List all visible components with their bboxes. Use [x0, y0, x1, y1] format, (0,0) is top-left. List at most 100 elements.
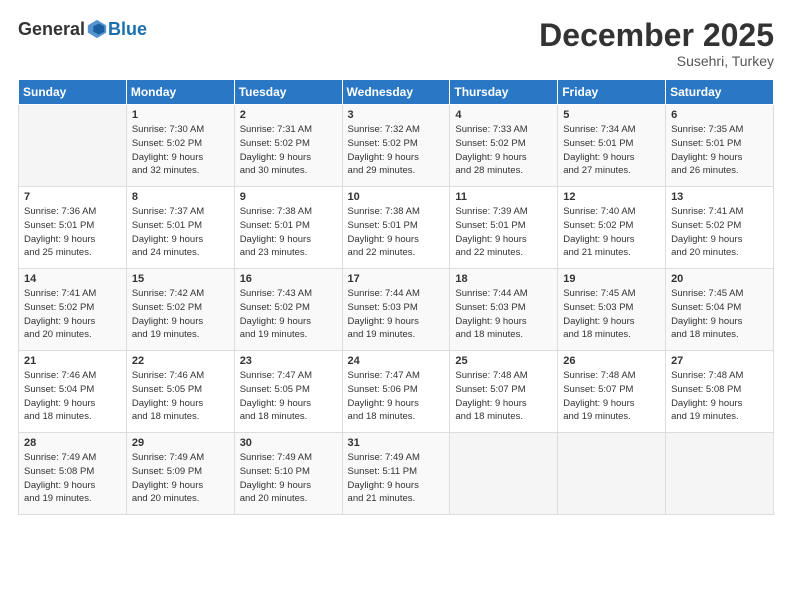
day-info: Sunrise: 7:30 AMSunset: 5:02 PMDaylight:…: [132, 123, 229, 178]
calendar-header-row: Sunday Monday Tuesday Wednesday Thursday…: [19, 80, 774, 105]
table-row: 6 Sunrise: 7:35 AMSunset: 5:01 PMDaylight…: [666, 105, 774, 187]
table-row: [558, 433, 666, 515]
day-info: Sunrise: 7:47 AMSunset: 5:05 PMDaylight:…: [240, 369, 337, 424]
day-number: 15: [132, 273, 229, 285]
day-info: Sunrise: 7:49 AMSunset: 5:09 PMDaylight:…: [132, 451, 229, 506]
table-row: 31Sunrise: 7:49 AMSunset: 5:11 PMDayligh…: [342, 433, 450, 515]
col-monday: Monday: [126, 80, 234, 105]
day-number: 6: [671, 109, 768, 121]
day-number: 8: [132, 191, 229, 203]
col-saturday: Saturday: [666, 80, 774, 105]
day-info: Sunrise: 7:44 AMSunset: 5:03 PMDaylight:…: [455, 287, 552, 342]
month-title: December 2025: [539, 18, 774, 53]
table-row: 14 Sunrise: 7:41 AMSunset: 5:02 PMDayligh…: [19, 269, 127, 351]
day-number: 24: [348, 355, 445, 367]
table-row: 26Sunrise: 7:48 AMSunset: 5:07 PMDayligh…: [558, 351, 666, 433]
calendar-week-row: 1 Sunrise: 7:30 AMSunset: 5:02 PMDaylight…: [19, 105, 774, 187]
day-info: Sunrise: 7:41 AMSunset: 5:02 PMDaylight:…: [671, 205, 768, 260]
table-row: 3 Sunrise: 7:32 AMSunset: 5:02 PMDaylight…: [342, 105, 450, 187]
table-row: 2 Sunrise: 7:31 AMSunset: 5:02 PMDaylight…: [234, 105, 342, 187]
day-number: 5: [563, 109, 660, 121]
day-info: Sunrise: 7:37 AMSunset: 5:01 PMDaylight:…: [132, 205, 229, 260]
day-number: 7: [24, 191, 121, 203]
table-row: 16Sunrise: 7:43 AMSunset: 5:02 PMDayligh…: [234, 269, 342, 351]
day-number: 1: [132, 109, 229, 121]
day-info: Sunrise: 7:42 AMSunset: 5:02 PMDaylight:…: [132, 287, 229, 342]
day-info: Sunrise: 7:48 AMSunset: 5:07 PMDaylight:…: [455, 369, 552, 424]
day-info: Sunrise: 7:47 AMSunset: 5:06 PMDaylight:…: [348, 369, 445, 424]
table-row: 22 Sunrise: 7:46 AMSunset: 5:05 PMDayligh…: [126, 351, 234, 433]
day-number: 12: [563, 191, 660, 203]
table-row: 25 Sunrise: 7:48 AMSunset: 5:07 PMDayligh…: [450, 351, 558, 433]
col-tuesday: Tuesday: [234, 80, 342, 105]
day-info: Sunrise: 7:35 AMSunset: 5:01 PMDaylight:…: [671, 123, 768, 178]
table-row: 18 Sunrise: 7:44 AMSunset: 5:03 PMDayligh…: [450, 269, 558, 351]
day-info: Sunrise: 7:31 AMSunset: 5:02 PMDaylight:…: [240, 123, 337, 178]
title-block: December 2025 Susehri, Turkey: [539, 18, 774, 69]
day-info: Sunrise: 7:36 AMSunset: 5:01 PMDaylight:…: [24, 205, 121, 260]
table-row: 11 Sunrise: 7:39 AMSunset: 5:01 PMDayligh…: [450, 187, 558, 269]
logo-general-text: General: [18, 19, 85, 40]
table-row: 30 Sunrise: 7:49 AMSunset: 5:10 PMDayligh…: [234, 433, 342, 515]
table-row: 9Sunrise: 7:38 AMSunset: 5:01 PMDaylight…: [234, 187, 342, 269]
day-info: Sunrise: 7:44 AMSunset: 5:03 PMDaylight:…: [348, 287, 445, 342]
day-info: Sunrise: 7:34 AMSunset: 5:01 PMDaylight:…: [563, 123, 660, 178]
day-number: 2: [240, 109, 337, 121]
table-row: 29Sunrise: 7:49 AMSunset: 5:09 PMDayligh…: [126, 433, 234, 515]
table-row: 12Sunrise: 7:40 AMSunset: 5:02 PMDayligh…: [558, 187, 666, 269]
day-number: 21: [24, 355, 121, 367]
table-row: 24 Sunrise: 7:47 AMSunset: 5:06 PMDayligh…: [342, 351, 450, 433]
day-number: 25: [455, 355, 552, 367]
page: General Blue December 2025 Susehri, Turk…: [0, 0, 792, 612]
day-info: Sunrise: 7:33 AMSunset: 5:02 PMDaylight:…: [455, 123, 552, 178]
day-info: Sunrise: 7:46 AMSunset: 5:05 PMDaylight:…: [132, 369, 229, 424]
day-info: Sunrise: 7:45 AMSunset: 5:03 PMDaylight:…: [563, 287, 660, 342]
table-row: 7 Sunrise: 7:36 AMSunset: 5:01 PMDaylight…: [19, 187, 127, 269]
table-row: 13Sunrise: 7:41 AMSunset: 5:02 PMDayligh…: [666, 187, 774, 269]
table-row: [19, 105, 127, 187]
calendar-week-row: 14 Sunrise: 7:41 AMSunset: 5:02 PMDayligh…: [19, 269, 774, 351]
day-number: 18: [455, 273, 552, 285]
day-info: Sunrise: 7:39 AMSunset: 5:01 PMDaylight:…: [455, 205, 552, 260]
table-row: 10 Sunrise: 7:38 AMSunset: 5:01 PMDayligh…: [342, 187, 450, 269]
logo-icon: [86, 18, 108, 40]
day-number: 31: [348, 437, 445, 449]
logo: General Blue: [18, 18, 147, 40]
col-friday: Friday: [558, 80, 666, 105]
table-row: 5 Sunrise: 7:34 AMSunset: 5:01 PMDaylight…: [558, 105, 666, 187]
table-row: 27Sunrise: 7:48 AMSunset: 5:08 PMDayligh…: [666, 351, 774, 433]
day-number: 9: [240, 191, 337, 203]
table-row: 21Sunrise: 7:46 AMSunset: 5:04 PMDayligh…: [19, 351, 127, 433]
day-number: 27: [671, 355, 768, 367]
day-info: Sunrise: 7:41 AMSunset: 5:02 PMDaylight:…: [24, 287, 121, 342]
day-number: 4: [455, 109, 552, 121]
header: General Blue December 2025 Susehri, Turk…: [18, 18, 774, 69]
col-wednesday: Wednesday: [342, 80, 450, 105]
day-info: Sunrise: 7:32 AMSunset: 5:02 PMDaylight:…: [348, 123, 445, 178]
location-subtitle: Susehri, Turkey: [539, 53, 774, 69]
table-row: 28Sunrise: 7:49 AMSunset: 5:08 PMDayligh…: [19, 433, 127, 515]
day-number: 11: [455, 191, 552, 203]
calendar-week-row: 21Sunrise: 7:46 AMSunset: 5:04 PMDayligh…: [19, 351, 774, 433]
table-row: 1 Sunrise: 7:30 AMSunset: 5:02 PMDaylight…: [126, 105, 234, 187]
calendar-table: Sunday Monday Tuesday Wednesday Thursday…: [18, 79, 774, 515]
table-row: 4 Sunrise: 7:33 AMSunset: 5:02 PMDaylight…: [450, 105, 558, 187]
day-info: Sunrise: 7:49 AMSunset: 5:10 PMDaylight:…: [240, 451, 337, 506]
calendar-week-row: 7 Sunrise: 7:36 AMSunset: 5:01 PMDaylight…: [19, 187, 774, 269]
table-row: 23 Sunrise: 7:47 AMSunset: 5:05 PMDayligh…: [234, 351, 342, 433]
day-number: 30: [240, 437, 337, 449]
day-info: Sunrise: 7:38 AMSunset: 5:01 PMDaylight:…: [348, 205, 445, 260]
day-info: Sunrise: 7:43 AMSunset: 5:02 PMDaylight:…: [240, 287, 337, 342]
day-number: 19: [563, 273, 660, 285]
col-sunday: Sunday: [19, 80, 127, 105]
day-number: 3: [348, 109, 445, 121]
day-number: 17: [348, 273, 445, 285]
day-number: 10: [348, 191, 445, 203]
logo-blue-text: Blue: [108, 19, 147, 40]
col-thursday: Thursday: [450, 80, 558, 105]
day-number: 22: [132, 355, 229, 367]
day-number: 14: [24, 273, 121, 285]
table-row: 8 Sunrise: 7:37 AMSunset: 5:01 PMDaylight…: [126, 187, 234, 269]
day-number: 23: [240, 355, 337, 367]
day-info: Sunrise: 7:45 AMSunset: 5:04 PMDaylight:…: [671, 287, 768, 342]
